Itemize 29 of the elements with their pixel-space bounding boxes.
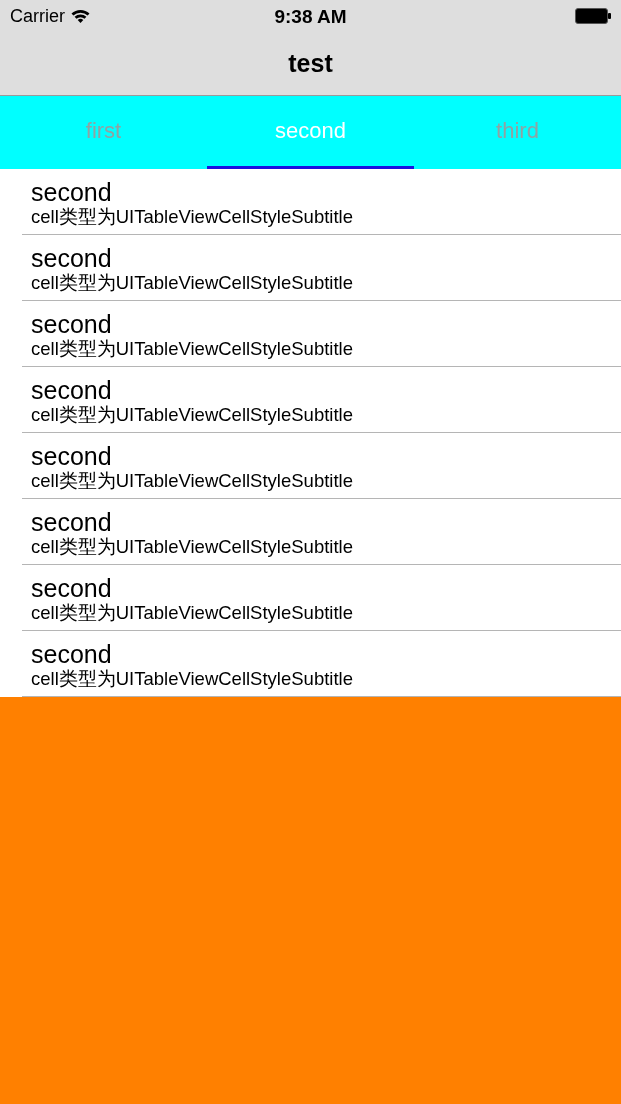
cell-title: second: [31, 640, 113, 668]
table-cell[interactable]: second cell类型为UITableViewCellStyleSubtitle: [22, 565, 621, 631]
cell-subtitle: cell类型为UITableViewCellStyleSubtitle: [31, 272, 354, 294]
cell-title: second: [31, 178, 113, 206]
cell-subtitle: cell类型为UITableViewCellStyleSubtitle: [31, 536, 354, 558]
table-cell[interactable]: second cell类型为UITableViewCellStyleSubtitle: [22, 631, 621, 697]
cell-title: second: [31, 310, 113, 338]
cell-title: second: [31, 508, 113, 536]
cell-title: second: [31, 442, 113, 470]
wifi-icon: [71, 9, 90, 23]
cell-title: second: [31, 574, 113, 602]
table-cell[interactable]: second cell类型为UITableViewCellStyleSubtitle: [22, 499, 621, 565]
nav-title: test: [288, 47, 333, 79]
cell-subtitle: cell类型为UITableViewCellStyleSubtitle: [31, 602, 354, 624]
cell-subtitle: cell类型为UITableViewCellStyleSubtitle: [31, 404, 354, 426]
clock-time: 9:38 AM: [274, 6, 347, 26]
cell-subtitle: cell类型为UITableViewCellStyleSubtitle: [31, 338, 354, 360]
cell-title: second: [31, 244, 113, 272]
table-cell[interactable]: second cell类型为UITableViewCellStyleSubtitle: [22, 433, 621, 499]
table-cell[interactable]: second cell类型为UITableViewCellStyleSubtitle: [22, 367, 621, 433]
battery-icon: [575, 8, 611, 24]
table-cell[interactable]: second cell类型为UITableViewCellStyleSubtitle: [22, 235, 621, 301]
cell-subtitle: cell类型为UITableViewCellStyleSubtitle: [31, 668, 354, 690]
cell-title: second: [31, 376, 113, 404]
table-cell[interactable]: second cell类型为UITableViewCellStyleSubtitle: [22, 301, 621, 367]
table-cell[interactable]: second cell类型为UITableViewCellStyleSubtitle: [22, 169, 621, 235]
carrier-label: Carrier: [10, 7, 65, 25]
cell-subtitle: cell类型为UITableViewCellStyleSubtitle: [31, 470, 354, 492]
cell-subtitle: cell类型为UITableViewCellStyleSubtitle: [31, 206, 354, 228]
